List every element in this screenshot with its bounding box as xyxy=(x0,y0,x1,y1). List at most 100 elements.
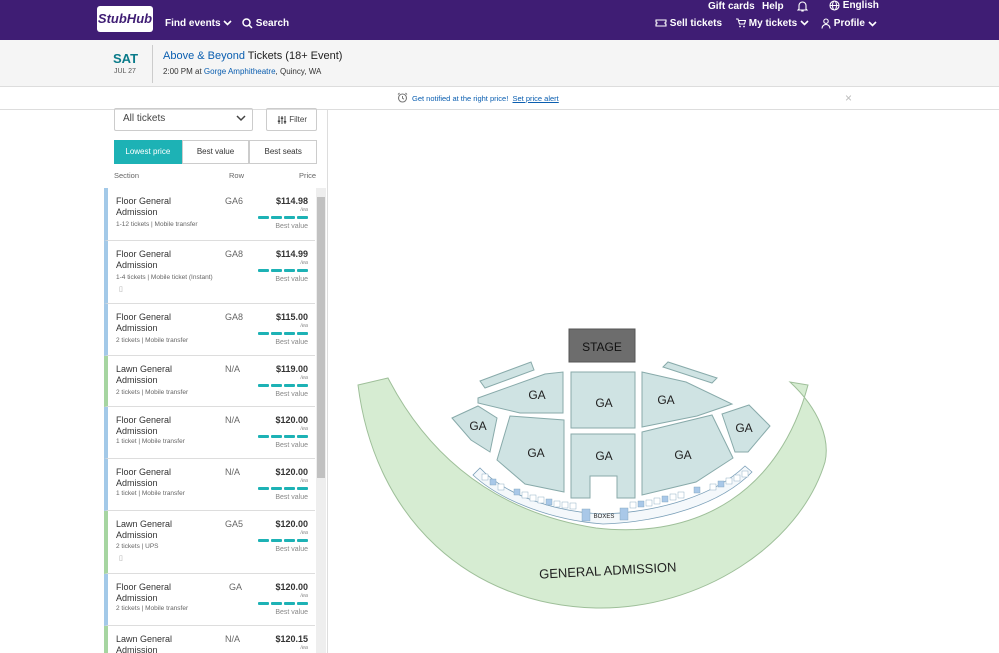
seat-map[interactable]: STAGE GA GA GA GA GA GA GA GA BOXES GENE… xyxy=(328,110,999,653)
listing-section: Lawn General Admission xyxy=(116,519,173,540)
listing-row[interactable]: Floor General Admission 2 tickets | Mobi… xyxy=(104,574,315,626)
event-subtitle: 2:00 PM at Gorge Amphitheatre, Quincy, W… xyxy=(163,67,321,76)
search-button[interactable]: Search xyxy=(242,18,289,29)
listing-row[interactable]: Floor General Admission 1-4 tickets | Mo… xyxy=(104,241,315,304)
listing-per-each: /ea xyxy=(300,530,308,536)
profile-label: Profile xyxy=(833,18,865,30)
language-selector[interactable]: English xyxy=(829,0,879,11)
listing-row-label: N/A xyxy=(225,415,241,425)
listing-section: Floor General Admission xyxy=(116,582,172,603)
listing-row-label: GA8 xyxy=(225,249,244,259)
listing-row[interactable]: Lawn General Admission N/A $120.15 /ea xyxy=(104,626,315,653)
listing-row[interactable]: Floor General Admission 2 tickets | Mobi… xyxy=(104,304,315,356)
listing-row-label: GA xyxy=(229,582,243,592)
section-ga-lower-center[interactable] xyxy=(570,433,636,499)
gift-cards-link[interactable]: Gift cards xyxy=(708,1,755,12)
ga-label: GA xyxy=(527,446,544,460)
notifications-button[interactable] xyxy=(796,0,809,12)
ga-label: GA xyxy=(595,396,612,410)
stage-label: STAGE xyxy=(582,340,622,354)
ga-label: GA xyxy=(595,449,612,463)
listing-per-each: /ea xyxy=(300,375,308,381)
document-icon: ▯ xyxy=(119,555,123,562)
listing-row[interactable]: Lawn General Admission 2 tickets | UPS ▯… xyxy=(104,511,315,574)
listing-row-label: N/A xyxy=(225,364,241,374)
listing-meta: 1-4 tickets | Mobile ticket (Instant) xyxy=(116,274,213,281)
listing-row-label: N/A xyxy=(225,634,241,644)
listing-row[interactable]: Floor General Admission 1 ticket | Mobil… xyxy=(104,459,315,511)
tab-best-value[interactable]: Best value xyxy=(181,140,250,164)
ga-label: GA xyxy=(469,419,486,433)
listing-per-each: /ea xyxy=(300,426,308,432)
listing-row[interactable]: Lawn General Admission 2 tickets | Mobil… xyxy=(104,356,315,407)
price-alert-text: Get notified at the right price! Set pri… xyxy=(412,94,559,103)
listing-section: Lawn General Admission xyxy=(116,634,173,653)
listing-row-label: N/A xyxy=(225,467,241,477)
value-meter xyxy=(258,269,308,272)
listing-price: $114.98 xyxy=(275,196,308,206)
cart-icon xyxy=(736,18,747,28)
listing-per-each: /ea xyxy=(300,323,308,329)
search-icon xyxy=(242,18,253,29)
bell-icon xyxy=(796,1,809,12)
my-tickets-label: My tickets xyxy=(748,18,798,29)
listing-row[interactable]: Floor General Admission 1 ticket | Mobil… xyxy=(104,407,315,459)
tab-best-seats[interactable]: Best seats xyxy=(249,140,318,164)
tab-lowest-price[interactable]: Lowest price xyxy=(114,140,182,164)
event-location: , Quincy, WA xyxy=(275,67,322,76)
value-badge: Best value xyxy=(275,494,308,501)
chevron-down-icon xyxy=(223,20,232,26)
find-events-menu[interactable]: Find events xyxy=(165,18,232,29)
value-badge: Best value xyxy=(275,223,308,230)
sell-tickets-link[interactable]: Sell tickets xyxy=(655,18,722,29)
column-header-row: Row xyxy=(229,171,245,180)
ticket-type-select[interactable]: All tickets xyxy=(114,108,253,131)
event-time: 2:00 PM at xyxy=(163,67,204,76)
language-label: English xyxy=(842,0,879,12)
value-meter xyxy=(258,602,308,605)
listing-section: Floor General Admission xyxy=(116,249,172,270)
listing-row-label: GA6 xyxy=(225,196,244,206)
listing-price: $114.99 xyxy=(275,249,308,259)
ticket-type-value: All tickets xyxy=(123,113,166,124)
ga-label: GA xyxy=(528,388,545,402)
search-label: Search xyxy=(255,18,290,30)
filter-label: Filter xyxy=(289,115,308,125)
listing-meta: 2 tickets | Mobile transfer xyxy=(116,389,189,396)
profile-menu[interactable]: Profile xyxy=(821,18,877,29)
listing-price: $120.00 xyxy=(275,519,308,529)
my-tickets-menu[interactable]: My tickets xyxy=(735,18,809,29)
value-meter xyxy=(258,487,308,490)
value-badge: Best value xyxy=(275,609,308,616)
value-badge: Best value xyxy=(275,339,308,346)
listing-price: $120.00 xyxy=(275,467,308,477)
listing-section: Floor General Admission xyxy=(116,196,172,217)
stubhub-logo[interactable]: StubHub xyxy=(97,6,153,32)
value-badge: Best value xyxy=(275,391,308,398)
column-header-price: Price xyxy=(299,171,317,180)
value-meter xyxy=(258,435,308,438)
value-meter xyxy=(258,216,308,219)
listing-row[interactable]: Floor General Admission 1-12 tickets | M… xyxy=(104,188,315,241)
ga-label: GA xyxy=(735,421,752,435)
event-title-rest: Tickets (18+ Event) xyxy=(244,50,343,62)
chevron-down-icon xyxy=(800,20,809,26)
document-icon: ▯ xyxy=(119,286,123,293)
value-meter xyxy=(258,384,308,387)
section-ga-upper-right[interactable] xyxy=(641,371,734,428)
filter-button[interactable]: Filter xyxy=(266,108,317,131)
help-link[interactable]: Help xyxy=(762,1,784,12)
column-header-section: Section xyxy=(114,171,140,180)
set-price-alert-link[interactable]: Set price alert xyxy=(512,94,558,103)
value-meter xyxy=(258,539,308,542)
close-icon[interactable]: × xyxy=(845,91,852,105)
listing-row-label: GA5 xyxy=(225,519,244,529)
listing-section: Floor General Admission xyxy=(116,467,172,488)
artist-link[interactable]: Above & Beyond xyxy=(163,50,245,62)
event-header xyxy=(0,40,999,87)
listing-meta: 1 ticket | Mobile transfer xyxy=(116,438,185,445)
sliders-icon xyxy=(277,116,287,124)
venue-link[interactable]: Gorge Amphitheatre xyxy=(204,67,276,76)
listing-per-each: /ea xyxy=(300,593,308,599)
scrollbar-thumb[interactable] xyxy=(317,197,325,478)
